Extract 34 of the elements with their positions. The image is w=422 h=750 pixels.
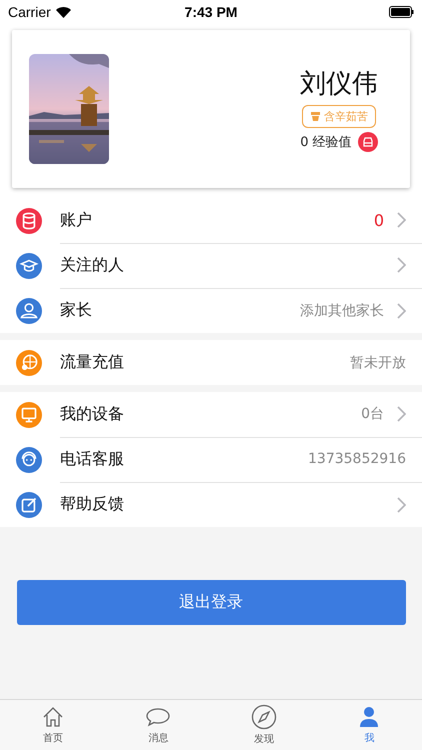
menu-label: 账户 — [60, 210, 93, 230]
menu-row[interactable]: 帮助反馈 — [0, 482, 422, 527]
clock: 7:43 PM — [184, 4, 238, 20]
title-badge: 含辛茹苦 — [302, 105, 376, 128]
compass-icon — [250, 704, 277, 730]
experience-label: 0 经验值 — [300, 134, 352, 151]
car-icon — [358, 132, 378, 152]
battery-icon — [389, 6, 414, 18]
menu-row[interactable]: 流量充值 暂未开放 — [0, 340, 422, 385]
menu-row[interactable]: 家长 添加其他家长 — [0, 288, 422, 333]
tab[interactable]: 我 — [316, 700, 422, 750]
menu-value: 0台 — [361, 405, 384, 423]
tab[interactable]: 消息 — [106, 700, 211, 750]
carrier-label: Carrier — [8, 4, 51, 20]
medal-icon — [310, 112, 321, 122]
menu-label: 电话客服 — [60, 448, 125, 470]
menu-label: 关注的人 — [60, 254, 125, 276]
user-name: 刘仪伟 — [300, 68, 378, 101]
menu-row[interactable]: 账户 0 — [0, 198, 422, 243]
tab[interactable]: 发现 — [211, 700, 316, 750]
tab[interactable]: 首页 — [0, 700, 106, 750]
menu-value: 暂未开放 — [350, 354, 406, 372]
menu-row[interactable]: 电话客服 13735852916 — [0, 437, 422, 482]
menu-label: 流量充值 — [60, 352, 125, 373]
wifi-icon — [56, 6, 71, 18]
menu-row[interactable]: 关注的人 — [0, 243, 422, 288]
menu-label: 帮助反馈 — [60, 494, 125, 515]
menu-value: 添加其他家长 — [300, 302, 384, 320]
menu-value: 0 — [374, 210, 384, 230]
menu-label: 家长 — [60, 300, 93, 321]
logout-button[interactable]: 退出登录 — [16, 580, 406, 625]
menu-value: 13735852916 — [308, 451, 406, 467]
menu-label: 我的设备 — [60, 404, 125, 424]
menu-row[interactable]: 我的设备 0台 — [0, 392, 422, 437]
